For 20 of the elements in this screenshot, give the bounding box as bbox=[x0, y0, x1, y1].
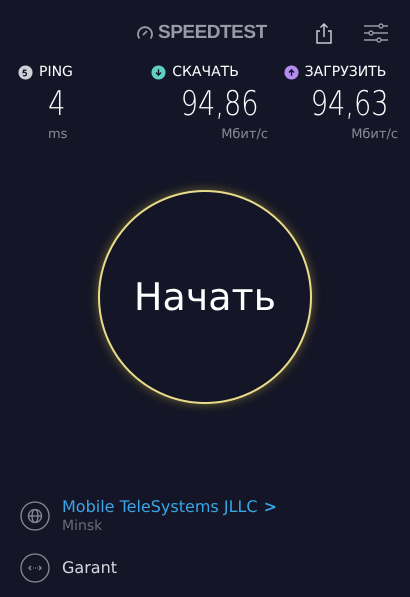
settings-icon bbox=[362, 23, 389, 43]
metric-unit: Мбит/с bbox=[221, 126, 268, 144]
metric-value: 94,86 bbox=[180, 83, 258, 126]
provider-name[interactable]: Mobile TeleSystems JLLC bbox=[62, 497, 258, 517]
metric-unit: Мбит/с bbox=[351, 126, 398, 144]
server-name[interactable]: Garant bbox=[62, 556, 117, 580]
provider-location: Minsk bbox=[62, 517, 104, 535]
server-icon bbox=[20, 553, 50, 583]
gauge-icon bbox=[136, 24, 154, 42]
metric-label: СКАЧАТЬ bbox=[172, 62, 239, 82]
chevron-icon: > bbox=[264, 497, 277, 517]
metric-value: 94,63 bbox=[310, 83, 388, 126]
metric-label: PING bbox=[39, 62, 73, 82]
logo-text: SPEEDTEST bbox=[158, 20, 267, 45]
metric-label: ЗАГРУЗИТЬ bbox=[304, 62, 386, 82]
share-icon bbox=[314, 22, 333, 44]
globe-icon bbox=[20, 501, 50, 531]
metric-value: 4 bbox=[48, 83, 66, 126]
start-button[interactable]: Начать bbox=[98, 190, 312, 404]
metric-unit: ms bbox=[48, 126, 68, 144]
